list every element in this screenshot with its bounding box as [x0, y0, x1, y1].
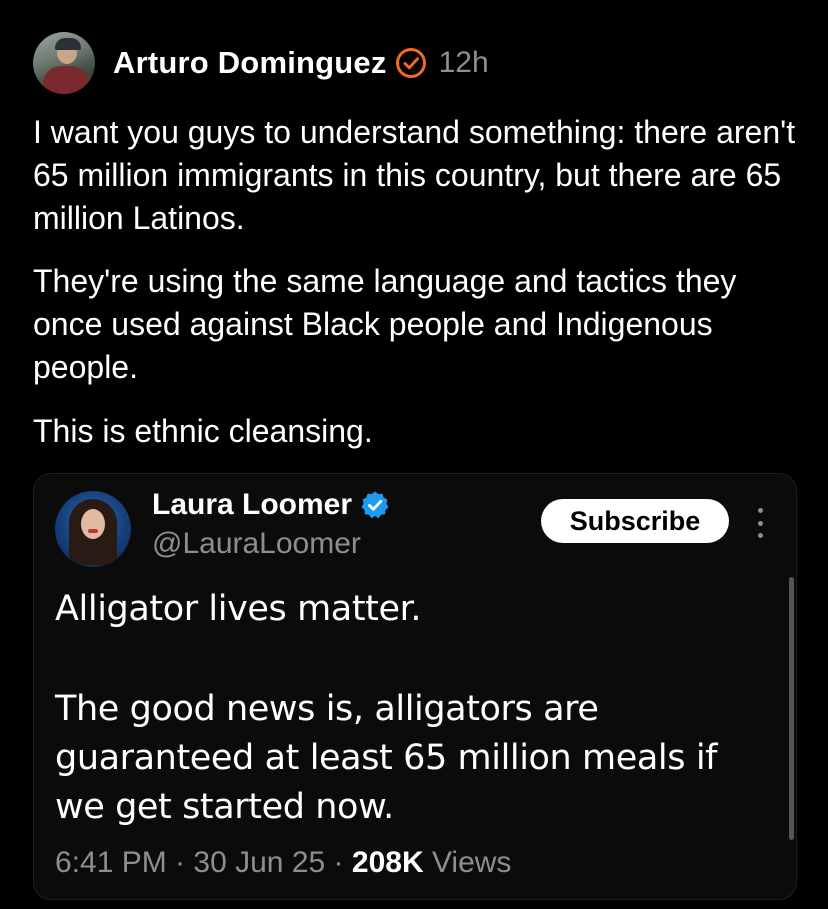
scrollbar[interactable] [789, 577, 794, 840]
verified-badge-blue-icon [361, 491, 389, 519]
post-paragraph: This is ethnic cleansing. [33, 413, 373, 449]
quoted-author-avatar[interactable] [55, 491, 131, 567]
meta-separator: · [333, 846, 344, 879]
post-timestamp[interactable]: 12h [439, 46, 489, 80]
quoted-author-handle[interactable]: @LauraLoomer [152, 527, 361, 561]
quoted-tweet-card[interactable]: Laura Loomer @LauraLoomer Subscribe Alli… [33, 473, 797, 900]
post-header: Arturo Dominguez 12h [33, 31, 489, 95]
meta-separator: · [175, 846, 186, 879]
quoted-tweet-paragraph: The good news is, alligators are guarant… [55, 689, 718, 827]
author-name[interactable]: Arturo Dominguez [113, 45, 387, 81]
views-label: Views [431, 846, 512, 879]
quoted-author-name-row: Laura Loomer [152, 488, 390, 522]
views-count: 208K [351, 846, 424, 879]
more-options-icon[interactable] [750, 508, 770, 538]
post-paragraph: I want you guys to understand something:… [33, 114, 796, 236]
post-paragraph: They're using the same language and tact… [33, 263, 737, 385]
quoted-tweet-time[interactable]: 6:41 PM [55, 846, 167, 879]
author-avatar[interactable] [33, 32, 95, 94]
quoted-tweet-paragraph: Alligator lives matter. [55, 589, 422, 629]
quoted-tweet-meta: 6:41 PM · 30 Jun 25 · 208K Views [55, 846, 511, 880]
subscribe-button[interactable]: Subscribe [541, 499, 729, 543]
quoted-tweet-date[interactable]: 30 Jun 25 [193, 846, 325, 879]
verified-badge-orange-icon [395, 48, 426, 78]
quoted-author-name[interactable]: Laura Loomer [152, 488, 352, 522]
